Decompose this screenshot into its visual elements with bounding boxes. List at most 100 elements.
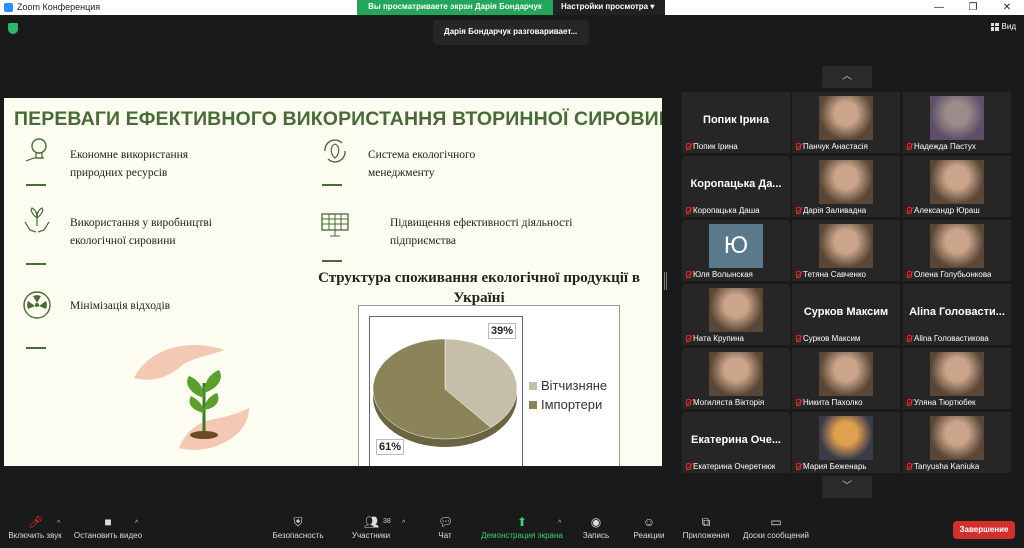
participant-tile[interactable]: Мария Беженарь: [792, 412, 900, 473]
muted-mic-icon: [686, 463, 691, 470]
participant-name-bar: Дарія Заливадна: [796, 206, 866, 215]
participant-name: Коропацька Даша: [693, 206, 760, 215]
feature-text: Мінімізація відходів: [70, 300, 171, 312]
split-handle[interactable]: [664, 272, 667, 290]
maximize-icon[interactable]: ❐: [956, 0, 990, 15]
view-button[interactable]: Вид: [990, 22, 1016, 31]
recycle-leaf-icon: [324, 139, 346, 163]
participant-name: Попик Ірина: [693, 142, 738, 151]
participant-display-name: Коропацька Да...: [690, 178, 782, 190]
caret-up-icon[interactable]: ^: [558, 520, 561, 527]
participant-tile[interactable]: Дарія Заливадна: [792, 156, 900, 217]
participant-tile[interactable]: Tanyusha Kaniuka: [903, 412, 1011, 473]
share-screen-label: Демонстрация экрана: [481, 531, 563, 540]
meeting-toolbar: 🎤︎ Включить звук ^ ■ Остановить видео ^ ⛨ Б…: [0, 512, 1024, 548]
divider-line: [322, 184, 342, 186]
participant-name-bar: Олена Голубьонкова: [907, 270, 991, 279]
security-label: Безопасность: [272, 531, 324, 540]
muted-mic-icon: [907, 271, 912, 278]
record-icon: ◉: [590, 515, 602, 529]
participant-name: Екатерина Очеретнюк: [693, 462, 776, 471]
participant-tile[interactable]: Могилястa Вікторія: [682, 348, 790, 409]
person-photo: [930, 224, 984, 268]
whiteboards-label: Доски сообщений: [742, 531, 809, 540]
title-bar: Zoom Конференция Вы просматриваете экран…: [0, 0, 1024, 15]
muted-mic-icon: [686, 271, 691, 278]
unmute-label: Включить звук: [8, 531, 62, 540]
participant-name: Панчук Анастасія: [803, 142, 868, 151]
muted-mic-icon: [796, 399, 801, 406]
pie-chart-box: 39% 61% Вітчизняне Імпортери: [358, 305, 620, 466]
chat-label: Чат: [438, 531, 452, 540]
security-shield-icon[interactable]: [8, 23, 18, 34]
participant-name-bar: Юля Волынская: [686, 270, 753, 279]
minimize-icon[interactable]: —: [922, 0, 956, 15]
unmute-button[interactable]: 🎤︎ Включить звук: [6, 516, 64, 540]
reactions-button[interactable]: ☺ Реакции: [631, 516, 667, 540]
participant-name: Сурков Максим: [803, 334, 861, 343]
participant-tile[interactable]: Попик Ірина Попик Ірина: [682, 92, 790, 153]
person-photo: [709, 288, 763, 332]
participant-tile[interactable]: Alina Головасти... Alina Головастикова: [903, 284, 1011, 345]
participant-name-bar: Александр Юраш: [907, 206, 980, 215]
legend-item: Імпортери: [529, 397, 607, 412]
participants-count: 38: [383, 518, 391, 525]
participant-tile[interactable]: Олена Голубьонкова: [903, 220, 1011, 281]
close-icon[interactable]: ✕: [990, 0, 1024, 15]
shield-icon: ⛨: [293, 515, 303, 529]
participant-tile[interactable]: Ната Крупина: [682, 284, 790, 345]
participant-name-bar: Надежда Пастух: [907, 142, 976, 151]
whiteboards-button[interactable]: ▭ Доски сообщений: [740, 516, 812, 540]
slide-title: ПЕРЕВАГИ ЕФЕКТИВНОГО ВИКОРИСТАННЯ ВТОРИН…: [14, 108, 662, 130]
chat-button[interactable]: 💬︎ Чат: [432, 516, 458, 540]
participant-name-bar: Панчук Анастасія: [796, 142, 868, 151]
participant-tile[interactable]: Сурков Максим Сурков Максим: [792, 284, 900, 345]
divider-line: [26, 347, 46, 349]
participant-tile[interactable]: Коропацька Да... Коропацька Даша: [682, 156, 790, 217]
feature-text: Використання у виробництві екологічної с…: [70, 217, 213, 247]
security-button[interactable]: ⛨ Безопасность: [270, 516, 326, 540]
participant-name-bar: Alina Головастикова: [907, 334, 989, 343]
participant-tile[interactable]: Тетяна Савченко: [792, 220, 900, 281]
participant-name-bar: Попик Ірина: [686, 142, 738, 151]
muted-mic-icon: [907, 335, 912, 342]
whiteboard-icon: ▭: [770, 515, 782, 529]
muted-mic-icon: [796, 143, 801, 150]
muted-mic-icon: [796, 207, 801, 214]
participant-display-name: Alina Головасти...: [909, 306, 1005, 318]
caret-up-icon[interactable]: ^: [57, 520, 60, 527]
view-options-button[interactable]: Настройки просмотра ▾: [553, 0, 665, 15]
participant-tile[interactable]: Панчук Анастасія: [792, 92, 900, 153]
participant-name: Никита Пахолко: [803, 398, 863, 407]
gallery-prev-button[interactable]: ︿: [822, 66, 872, 88]
reactions-icon: ☺: [642, 515, 656, 529]
participant-tile[interactable]: Александр Юраш: [903, 156, 1011, 217]
record-label: Запись: [582, 531, 610, 540]
share-screen-button[interactable]: ⬆ Демонстрация экрана: [479, 516, 565, 540]
participant-tile[interactable]: Никита Пахолко: [792, 348, 900, 409]
divider-line: [26, 184, 46, 186]
participant-tile[interactable]: Екатерина Оче... Екатерина Очеретнюк: [682, 412, 790, 473]
caret-up-icon[interactable]: ^: [135, 520, 138, 527]
participant-tile[interactable]: Надежда Пастух: [903, 92, 1011, 153]
viewing-bar: Вы просматриваете экран Дарія Бондарчук …: [357, 0, 665, 15]
caret-up-icon[interactable]: ^: [402, 520, 405, 527]
legend-item: Вітчизняне: [529, 378, 607, 393]
apps-button[interactable]: ⧉ Приложения: [680, 516, 732, 540]
chart-title: Структура споживання екологічної продукц…: [318, 270, 640, 306]
stop-video-button[interactable]: ■ Остановить видео: [72, 516, 144, 540]
lightbulb-icon: [25, 138, 47, 162]
chevron-up-icon: ︿: [842, 71, 852, 82]
person-photo: [819, 96, 873, 140]
record-button[interactable]: ◉ Запись: [580, 516, 612, 540]
feature-text: Підвищення ефективності діяльності підпр…: [390, 217, 573, 247]
participant-tile[interactable]: Уляна Тюртюбек: [903, 348, 1011, 409]
participant-name-bar: Никита Пахолко: [796, 398, 863, 407]
participant-name-bar: Ната Крупина: [686, 334, 744, 343]
video-camera-icon: ■: [104, 515, 112, 529]
participant-tile[interactable]: Ю Юля Волынская: [682, 220, 790, 281]
participants-label: Участники: [351, 531, 391, 540]
end-meeting-button[interactable]: Завершение: [953, 521, 1015, 539]
participant-name: Могилястa Вікторія: [693, 398, 765, 407]
gallery-next-button[interactable]: ﹀: [822, 476, 872, 498]
